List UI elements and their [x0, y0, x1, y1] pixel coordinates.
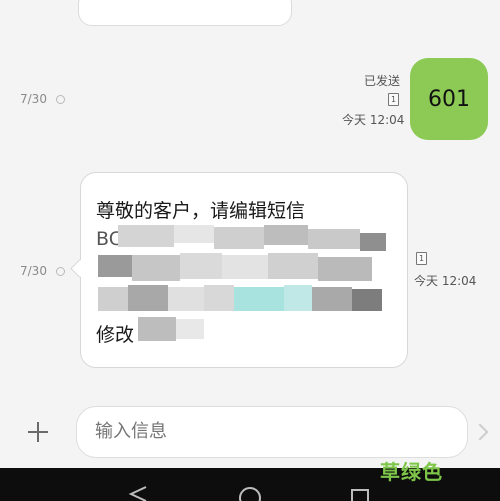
received-message-line: 尊敬的客户，请编辑短信 — [96, 200, 306, 222]
message-input[interactable] — [76, 406, 468, 458]
home-circle-icon[interactable] — [238, 486, 262, 501]
chevron-right-icon[interactable] — [471, 423, 489, 441]
message-time: 今天 12:04 — [342, 113, 405, 127]
add-attachment-button[interactable] — [24, 418, 52, 446]
message-date: 7/30 — [20, 264, 47, 278]
sent-message-text: 601 — [428, 86, 470, 112]
timeline-dot-icon — [56, 267, 65, 276]
sim-card-icon: 1 — [388, 93, 399, 106]
message-time: 今天 12:04 — [414, 274, 477, 288]
previous-message-bubble[interactable] — [78, 0, 292, 26]
sent-message-bubble[interactable]: 601 — [410, 58, 488, 140]
plus-icon — [28, 422, 48, 442]
watermark-text: 草绿色 — [380, 460, 443, 484]
sent-status: 已发送 — [364, 74, 401, 88]
sim-card-icon: 1 — [416, 252, 427, 265]
message-date: 7/30 — [20, 92, 47, 106]
back-triangle-icon[interactable] — [128, 486, 148, 501]
recents-square-icon[interactable] — [350, 488, 370, 501]
redacted-text-mosaic — [98, 225, 388, 345]
timeline-dot-icon — [56, 95, 65, 104]
